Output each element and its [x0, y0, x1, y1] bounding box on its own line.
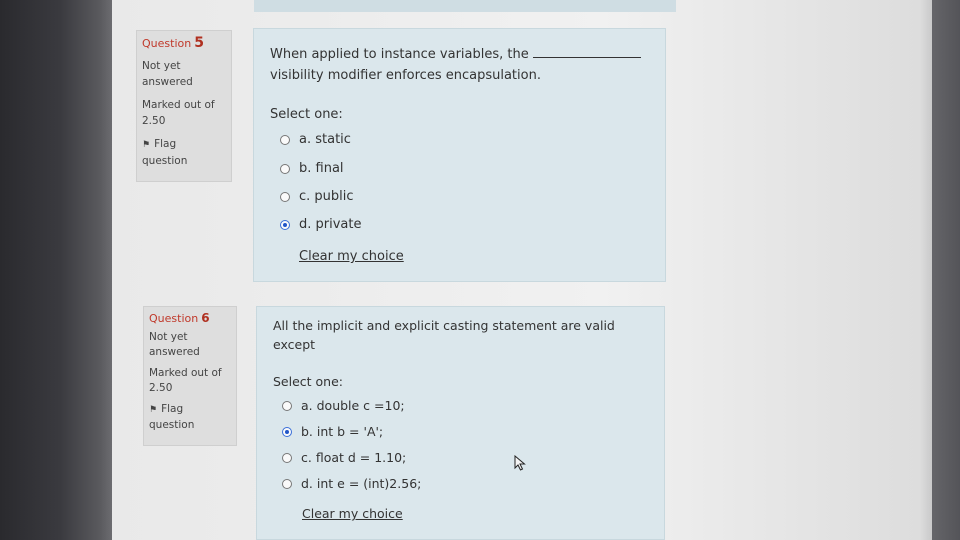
mouse-cursor-icon	[514, 455, 526, 471]
state-line-2: answered	[142, 76, 193, 88]
question-content-6: All the implicit and explicit casting st…	[256, 306, 665, 540]
mark-line-1: Marked out of	[142, 99, 215, 111]
clear-choice-link[interactable]: Clear my choice	[302, 506, 403, 521]
question-text-line-1: All the implicit and explicit casting st…	[273, 318, 615, 333]
flag-icon: ⚑	[142, 140, 151, 150]
clear-choice-link[interactable]: Clear my choice	[299, 249, 404, 264]
mark-line-2: 2.50	[149, 382, 173, 394]
question-text: All the implicit and explicit casting st…	[273, 316, 615, 354]
state-line-1: Not yet	[142, 60, 181, 72]
question-state: Not yet answered	[149, 330, 231, 360]
state-line-1: Not yet	[149, 331, 188, 343]
flag-line-1: Flag	[161, 403, 184, 415]
option-label: c. public	[299, 189, 354, 204]
radio-button-selected[interactable]	[280, 219, 290, 230]
option-d[interactable]: d. private	[280, 217, 361, 232]
flag-icon: ⚑	[149, 405, 158, 415]
radio-button[interactable]	[282, 452, 292, 463]
select-prompt: Select one:	[270, 107, 343, 122]
option-c[interactable]: c. public	[280, 189, 354, 204]
question-text-line-2: except	[273, 337, 316, 352]
question-text-line-2: visibility modifier enforces encapsulati…	[270, 68, 541, 83]
flag-question-link[interactable]: ⚑ Flag question	[149, 402, 231, 433]
radio-button[interactable]	[282, 400, 292, 411]
radio-button[interactable]	[280, 163, 290, 174]
option-label: d. int e = (int)2.56;	[301, 476, 422, 491]
question-content-5: When applied to instance variables, the …	[253, 28, 666, 282]
question-text-line-1: When applied to instance variables, the	[270, 47, 529, 62]
option-a[interactable]: a. double c =10;	[282, 398, 405, 413]
question-number-value: 5	[194, 35, 204, 51]
option-label: b. int b = 'A';	[301, 424, 384, 439]
flag-question-link[interactable]: ⚑ Flag question	[142, 136, 226, 169]
option-label: b. final	[299, 161, 344, 176]
question-label: Question	[149, 312, 199, 325]
question-mark: Marked out of 2.50	[142, 97, 226, 129]
flag-line-2: question	[142, 155, 188, 167]
answer-blank	[532, 47, 641, 58]
question-mark: Marked out of 2.50	[149, 366, 231, 396]
radio-button[interactable]	[282, 478, 292, 489]
flag-line-1: Flag	[154, 138, 177, 150]
previous-question-panel	[254, 0, 676, 12]
option-a[interactable]: a. static	[280, 132, 351, 147]
option-d[interactable]: d. int e = (int)2.56;	[282, 476, 421, 491]
option-c[interactable]: c. float d = 1.10;	[282, 450, 406, 465]
question-number-value: 6	[201, 311, 210, 325]
option-label: a. static	[299, 132, 351, 147]
option-label: d. private	[299, 217, 362, 232]
radio-button[interactable]	[280, 191, 290, 202]
option-b[interactable]: b. int b = 'A';	[282, 424, 383, 439]
question-number: Question 5	[142, 35, 226, 51]
question-info-5: Question 5 Not yet answered Marked out o…	[136, 30, 232, 182]
option-label: a. double c =10;	[301, 398, 405, 413]
question-info-6: Question 6 Not yet answered Marked out o…	[143, 306, 237, 446]
screen-edge-shadow	[920, 0, 960, 540]
radio-button[interactable]	[280, 134, 290, 145]
select-prompt: Select one:	[273, 374, 344, 389]
question-text: When applied to instance variables, the …	[270, 44, 641, 86]
state-line-2: answered	[149, 346, 200, 358]
mark-line-1: Marked out of	[149, 367, 222, 379]
question-label: Question	[142, 37, 192, 50]
question-state: Not yet answered	[142, 58, 226, 90]
mark-line-2: 2.50	[142, 115, 166, 127]
flag-line-2: question	[149, 419, 195, 431]
option-label: c. float d = 1.10;	[301, 450, 407, 465]
radio-button-selected[interactable]	[282, 426, 292, 437]
option-b[interactable]: b. final	[280, 161, 344, 176]
question-number: Question 6	[149, 311, 231, 325]
